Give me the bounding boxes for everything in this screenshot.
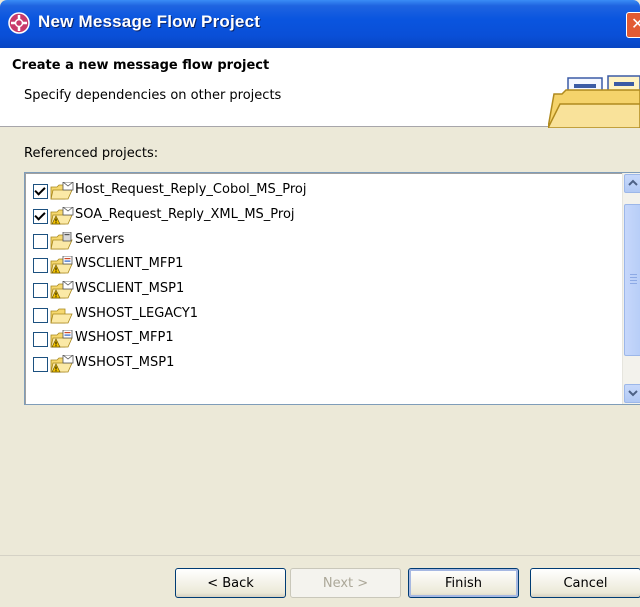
project-checkbox[interactable] (33, 332, 48, 347)
server-project-icon (50, 231, 74, 250)
referenced-projects-label: Referenced projects: (24, 146, 159, 161)
flow-project-warning-icon (50, 255, 74, 274)
list-item[interactable]: Servers (33, 231, 613, 253)
dialog-window: New Message Flow Project ✕ Create a new … (0, 0, 640, 607)
message-set-project-warning-icon (50, 354, 74, 373)
close-icon: ✕ (631, 14, 640, 33)
list-item[interactable]: WSHOST_MSP1 (33, 354, 613, 376)
message-set-project-icon (50, 181, 74, 200)
scroll-thumb[interactable] (624, 204, 640, 356)
chevron-down-icon (628, 390, 638, 397)
project-checkbox[interactable] (33, 209, 48, 224)
project-checkbox[interactable] (33, 258, 48, 273)
project-name: SOA_Request_Reply_XML_MS_Proj (75, 207, 295, 222)
project-name: Servers (75, 232, 125, 247)
back-button[interactable]: < Back (175, 568, 286, 598)
project-checkbox[interactable] (33, 283, 48, 298)
app-icon (8, 12, 30, 34)
title-bar[interactable]: New Message Flow Project ✕ (0, 0, 640, 48)
project-name: WSHOST_LEGACY1 (75, 306, 199, 321)
flow-project-warning-icon (50, 329, 74, 348)
scroll-up-button[interactable] (624, 174, 640, 193)
wizard-header: Create a new message flow project Specif… (0, 48, 640, 128)
footer-separator (0, 555, 640, 556)
page-description: Specify dependencies on other projects (24, 88, 282, 103)
folder-wizard-graphic (548, 75, 640, 128)
page-title: Create a new message flow project (12, 58, 270, 73)
message-set-project-warning-icon (50, 280, 74, 299)
next-button[interactable]: Next > (290, 568, 401, 598)
list-item[interactable]: WSHOST_MFP1 (33, 329, 613, 351)
project-checkbox[interactable] (33, 184, 48, 199)
referenced-projects-list[interactable]: Host_Request_Reply_Cobol_MS_Proj SOA_Requ… (24, 172, 640, 405)
window-title: New Message Flow Project (38, 12, 261, 31)
project-name: WSHOST_MFP1 (75, 330, 174, 345)
list-item[interactable]: Host_Request_Reply_Cobol_MS_Proj (33, 181, 613, 203)
list-item[interactable]: WSHOST_LEGACY1 (33, 305, 613, 327)
cancel-button[interactable]: Cancel (530, 568, 640, 598)
vertical-scrollbar[interactable] (622, 173, 640, 404)
finish-button[interactable]: Finish (408, 568, 519, 598)
project-name: Host_Request_Reply_Cobol_MS_Proj (75, 182, 307, 197)
list-item[interactable]: WSCLIENT_MFP1 (33, 255, 613, 277)
list-item[interactable]: WSCLIENT_MSP1 (33, 280, 613, 302)
project-name: WSCLIENT_MSP1 (75, 281, 185, 296)
list-item[interactable]: SOA_Request_Reply_XML_MS_Proj (33, 206, 613, 228)
project-name: WSHOST_MSP1 (75, 355, 175, 370)
project-name: WSCLIENT_MFP1 (75, 256, 184, 271)
message-set-project-warning-icon (50, 206, 74, 225)
scroll-down-button[interactable] (624, 384, 640, 403)
folder-project-icon (50, 306, 74, 324)
close-button[interactable]: ✕ (626, 12, 640, 38)
project-checkbox[interactable] (33, 234, 48, 249)
chevron-up-icon (628, 179, 638, 186)
project-checkbox[interactable] (33, 357, 48, 372)
project-checkbox[interactable] (33, 308, 48, 323)
